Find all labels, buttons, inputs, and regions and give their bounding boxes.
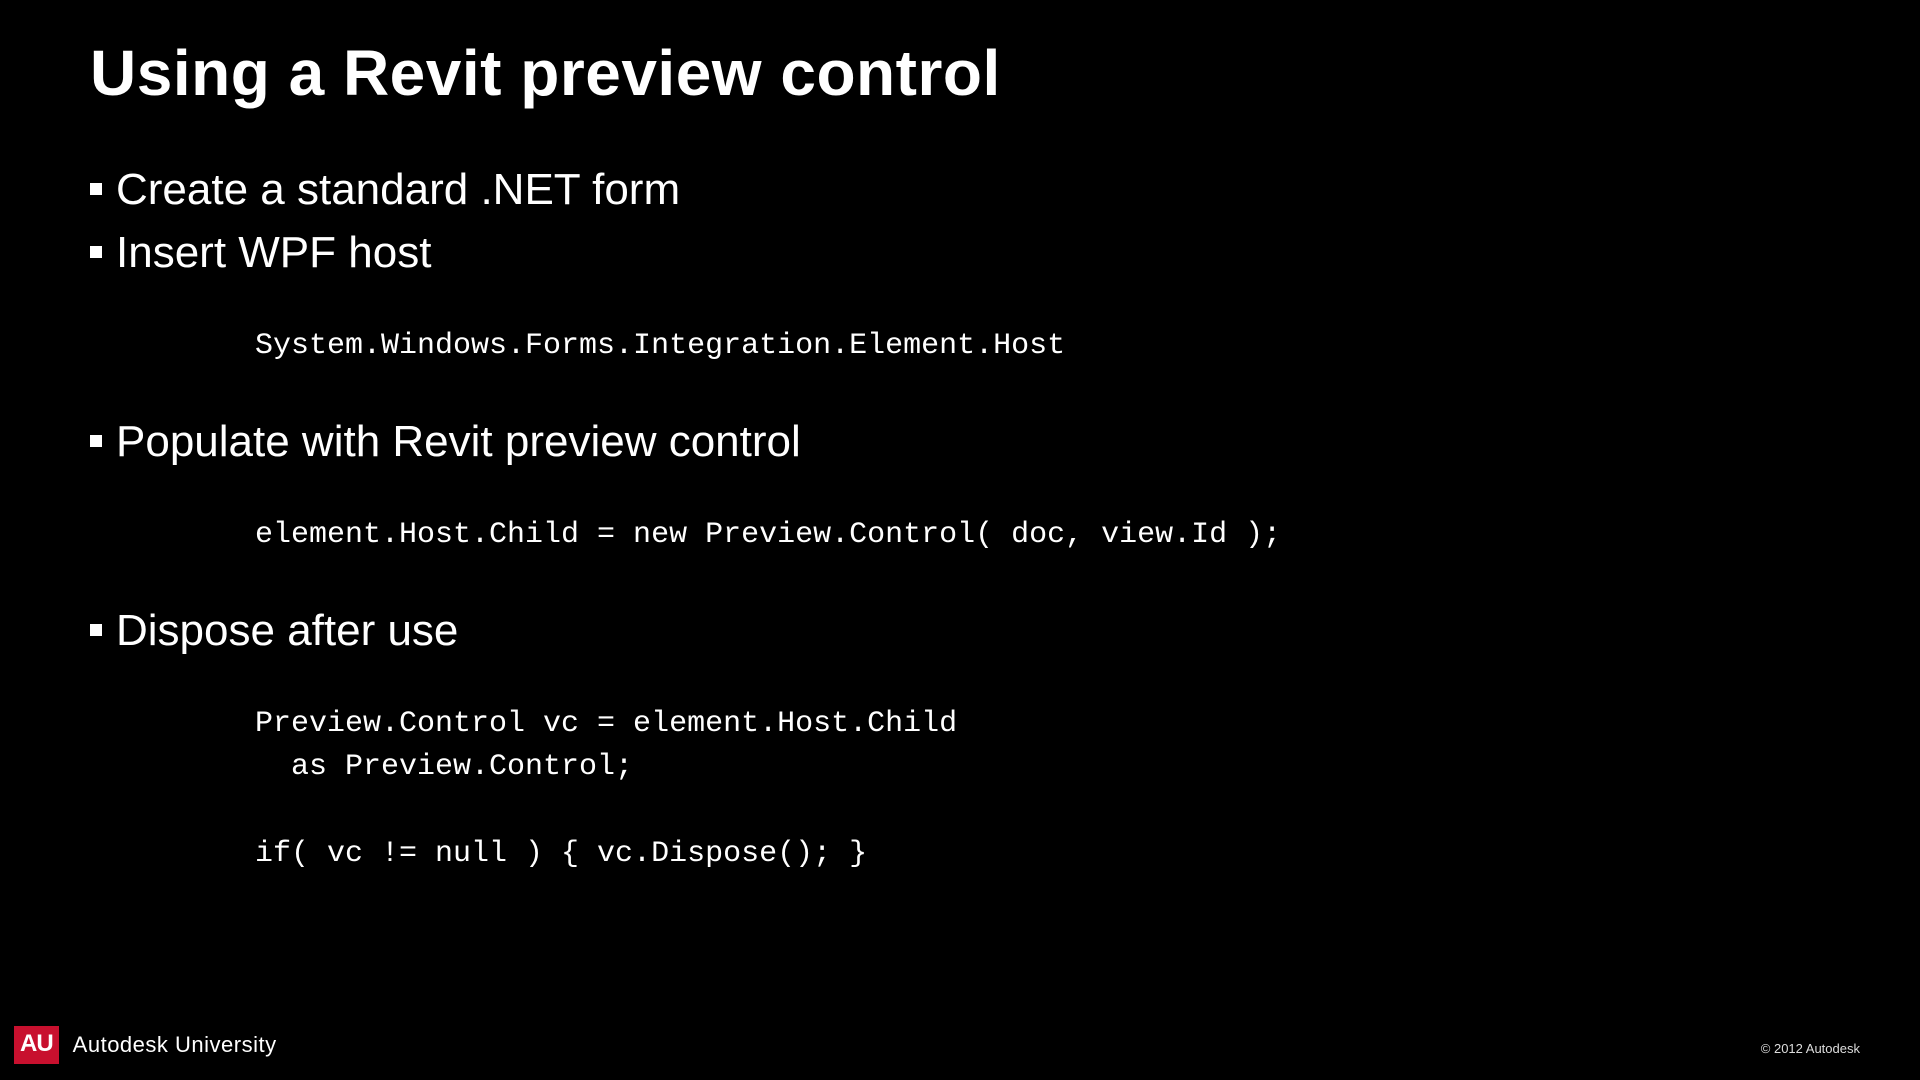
au-badge-icon: AU (14, 1026, 59, 1064)
slide-content: Create a standard .NET form Insert WPF h… (90, 155, 1820, 921)
bullet-text: Dispose after use (116, 602, 458, 659)
code-block: element.Host.Child = new Preview.Control… (255, 514, 1820, 558)
bullet-text: Insert WPF host (116, 224, 431, 281)
slide-title: Using a Revit preview control (90, 36, 1001, 110)
bullet-item: Create a standard .NET form (90, 161, 1820, 218)
bullet-item: Populate with Revit preview control (90, 413, 1820, 470)
bullet-square-icon (90, 624, 102, 636)
copyright-text: © 2012 Autodesk (1761, 1041, 1860, 1056)
bullet-square-icon (90, 183, 102, 195)
bullet-item: Dispose after use (90, 602, 1820, 659)
footer-brand: AU Autodesk University (14, 1026, 277, 1064)
code-block: System.Windows.Forms.Integration.Element… (255, 325, 1820, 369)
bullet-square-icon (90, 435, 102, 447)
bullet-square-icon (90, 246, 102, 258)
bullet-text: Populate with Revit preview control (116, 413, 801, 470)
code-block: Preview.Control vc = element.Host.Child … (255, 703, 1820, 877)
slide: Using a Revit preview control Create a s… (0, 0, 1920, 1080)
brand-text: Autodesk University (73, 1032, 277, 1058)
bullet-text: Create a standard .NET form (116, 161, 680, 218)
bullet-item: Insert WPF host (90, 224, 1820, 281)
